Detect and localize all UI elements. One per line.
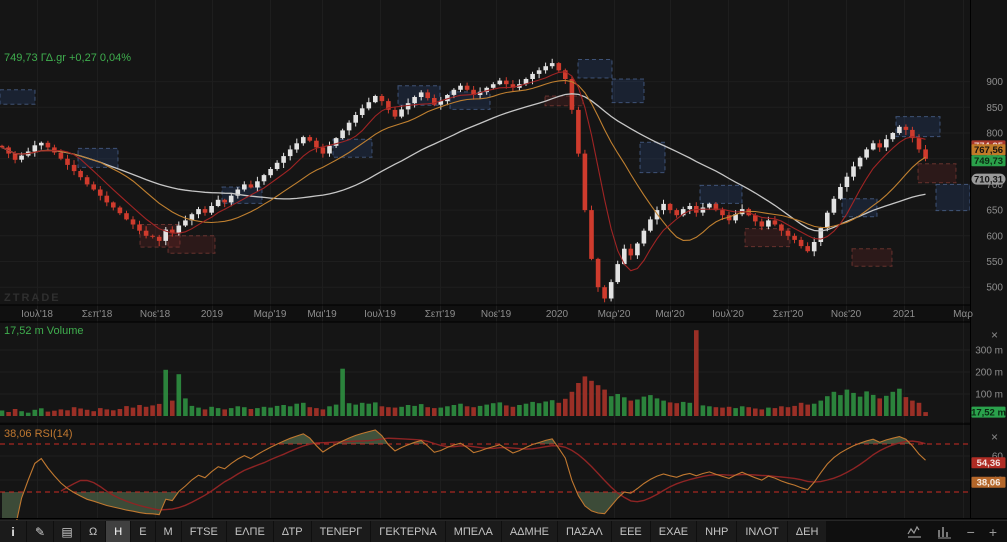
- svg-text:2021: 2021: [893, 309, 916, 320]
- zoom-out-button[interactable]: −: [967, 525, 975, 539]
- svg-text:Νοε'20: Νοε'20: [831, 309, 862, 320]
- svg-text:Ιουλ'19: Ιουλ'19: [364, 309, 396, 320]
- watchlist-button[interactable]: ▤: [54, 521, 80, 542]
- svg-text:650: 650: [986, 206, 1003, 217]
- svg-text:2019: 2019: [201, 309, 224, 320]
- demand-zone[interactable]: [700, 185, 742, 203]
- toolbar-symbol-eee[interactable]: ΕΕΕ: [612, 521, 650, 542]
- svg-text:Νοε'19: Νοε'19: [481, 309, 512, 320]
- toolbar-symbol-elpe[interactable]: ΕΛΠΕ: [227, 521, 273, 542]
- toolbar-symbol-mpela[interactable]: ΜΠΕΛΑ: [446, 521, 501, 542]
- toolbar-symbol-ftse[interactable]: FTSE: [182, 521, 226, 542]
- symbol-quote-label: 749,73 ΓΔ.gr +0,27 0,04%: [4, 52, 131, 64]
- toolbar-symbol-exae[interactable]: ΕΧΑΕ: [651, 521, 696, 542]
- svg-text:200 m: 200 m: [975, 368, 1003, 379]
- toolbar-symbol-pasal[interactable]: ΠΑΣΑΛ: [558, 521, 611, 542]
- demand-zone[interactable]: [936, 184, 970, 210]
- trading-app-window: ZTRADE Ιουλ'18 Σεπ'18 Νοε'18 2019 Μαρ'19 Μαι'1…: [0, 0, 1007, 542]
- svg-text:550: 550: [986, 257, 1003, 268]
- svg-text:Ιουλ'18: Ιουλ'18: [21, 309, 53, 320]
- svg-text:Σεπ'18: Σεπ'18: [82, 309, 113, 320]
- svg-text:710,31: 710,31: [974, 174, 1004, 185]
- svg-text:300 m: 300 m: [975, 346, 1003, 357]
- supply-zone[interactable]: [545, 96, 583, 106]
- demand-zone[interactable]: [78, 148, 118, 167]
- toolbar-symbol-dtr[interactable]: ΔΤΡ: [274, 521, 311, 542]
- toolbar-symbol-gekterna[interactable]: ΓΕΚΤΕΡΝΑ: [371, 521, 444, 542]
- demand-zone[interactable]: [896, 117, 940, 137]
- toolbar-tab-e[interactable]: E: [131, 521, 154, 542]
- svg-text:500: 500: [986, 283, 1003, 294]
- toolbar-symbol-deh[interactable]: ΔΕΗ: [788, 521, 827, 542]
- toolbar-symbol-admie[interactable]: ΑΔΜΗΕ: [502, 521, 557, 542]
- chart-canvas[interactable]: ZTRADE Ιουλ'18 Σεπ'18 Νοε'18 2019 Μαρ'19 Μαι'1…: [0, 0, 1007, 520]
- info-icon: i: [11, 525, 14, 539]
- toolbar-tab-h[interactable]: H: [106, 521, 130, 542]
- bottom-toolbar: i ✎ ▤ Ω H E M FTSE ΕΛΠΕ ΔΤΡ ΤΕΝΕΡΓ ΓΕΚΤΕ…: [0, 520, 1007, 542]
- svg-text:Μαρ: Μαρ: [953, 309, 973, 320]
- supply-zone[interactable]: [918, 164, 956, 183]
- line-chart-icon[interactable]: [907, 525, 923, 539]
- svg-text:749,73: 749,73: [974, 156, 1003, 167]
- pencil-icon: ✎: [35, 525, 45, 539]
- svg-text:850: 850: [986, 103, 1003, 114]
- svg-text:600: 600: [986, 231, 1003, 242]
- svg-text:17,52 m: 17,52 m: [971, 407, 1006, 418]
- info-button[interactable]: i: [0, 521, 26, 542]
- toolbar-right-controls: − +: [897, 521, 1007, 542]
- supply-zone[interactable]: [168, 236, 215, 254]
- demand-zone[interactable]: [333, 139, 372, 157]
- toolbar-tab-m[interactable]: M: [156, 521, 181, 542]
- demand-zone[interactable]: [578, 60, 612, 79]
- svg-text:Σεπ'20: Σεπ'20: [773, 309, 804, 320]
- svg-text:100 m: 100 m: [975, 390, 1003, 401]
- time-axis-labels[interactable]: Ιουλ'18 Σεπ'18 Νοε'18 2019 Μαρ'19 Μαι'19 Ιουλ'…: [21, 309, 973, 320]
- close-volume-pane-icon[interactable]: ×: [991, 328, 998, 342]
- toolbar-tab-omega[interactable]: Ω: [81, 521, 105, 542]
- toolbar-symbol-inlot[interactable]: ΙΝΛΟΤ: [737, 521, 786, 542]
- svg-text:Μαι'19: Μαι'19: [307, 309, 337, 320]
- svg-text:Μαι'20: Μαι'20: [655, 309, 685, 320]
- ztrade-watermark: ZTRADE: [4, 292, 61, 304]
- svg-text:767,56: 767,56: [974, 145, 1003, 156]
- demand-zone[interactable]: [0, 90, 35, 104]
- rsi-pane-label: 38,06 RSI(14): [4, 428, 72, 440]
- demand-zone[interactable]: [640, 142, 665, 172]
- toolbar-symbol-tenerg[interactable]: ΤΕΝΕΡΓ: [312, 521, 371, 542]
- svg-text:Σεπ'19: Σεπ'19: [425, 309, 456, 320]
- supply-zone[interactable]: [745, 229, 790, 247]
- volume-pane-label: 17,52 m Volume: [4, 325, 84, 337]
- close-rsi-pane-icon[interactable]: ×: [991, 430, 998, 444]
- svg-text:Ιουλ'20: Ιουλ'20: [712, 309, 744, 320]
- svg-text:Μαρ'19: Μαρ'19: [254, 309, 287, 320]
- table-icon: ▤: [61, 525, 72, 539]
- svg-text:54,36: 54,36: [977, 458, 1001, 469]
- draw-button[interactable]: ✎: [27, 521, 53, 542]
- svg-text:900: 900: [986, 77, 1003, 88]
- svg-text:800: 800: [986, 129, 1003, 140]
- bar-chart-icon[interactable]: [937, 525, 953, 539]
- svg-text:Νοε'18: Νοε'18: [140, 309, 171, 320]
- toolbar-symbol-nhr[interactable]: ΝΗΡ: [697, 521, 736, 542]
- supply-zone[interactable]: [852, 249, 892, 267]
- svg-text:2020: 2020: [546, 309, 569, 320]
- svg-text:38,06: 38,06: [977, 478, 1001, 489]
- zoom-in-button[interactable]: +: [989, 525, 997, 539]
- demand-zone[interactable]: [612, 79, 644, 103]
- svg-text:Μαρ'20: Μαρ'20: [598, 309, 631, 320]
